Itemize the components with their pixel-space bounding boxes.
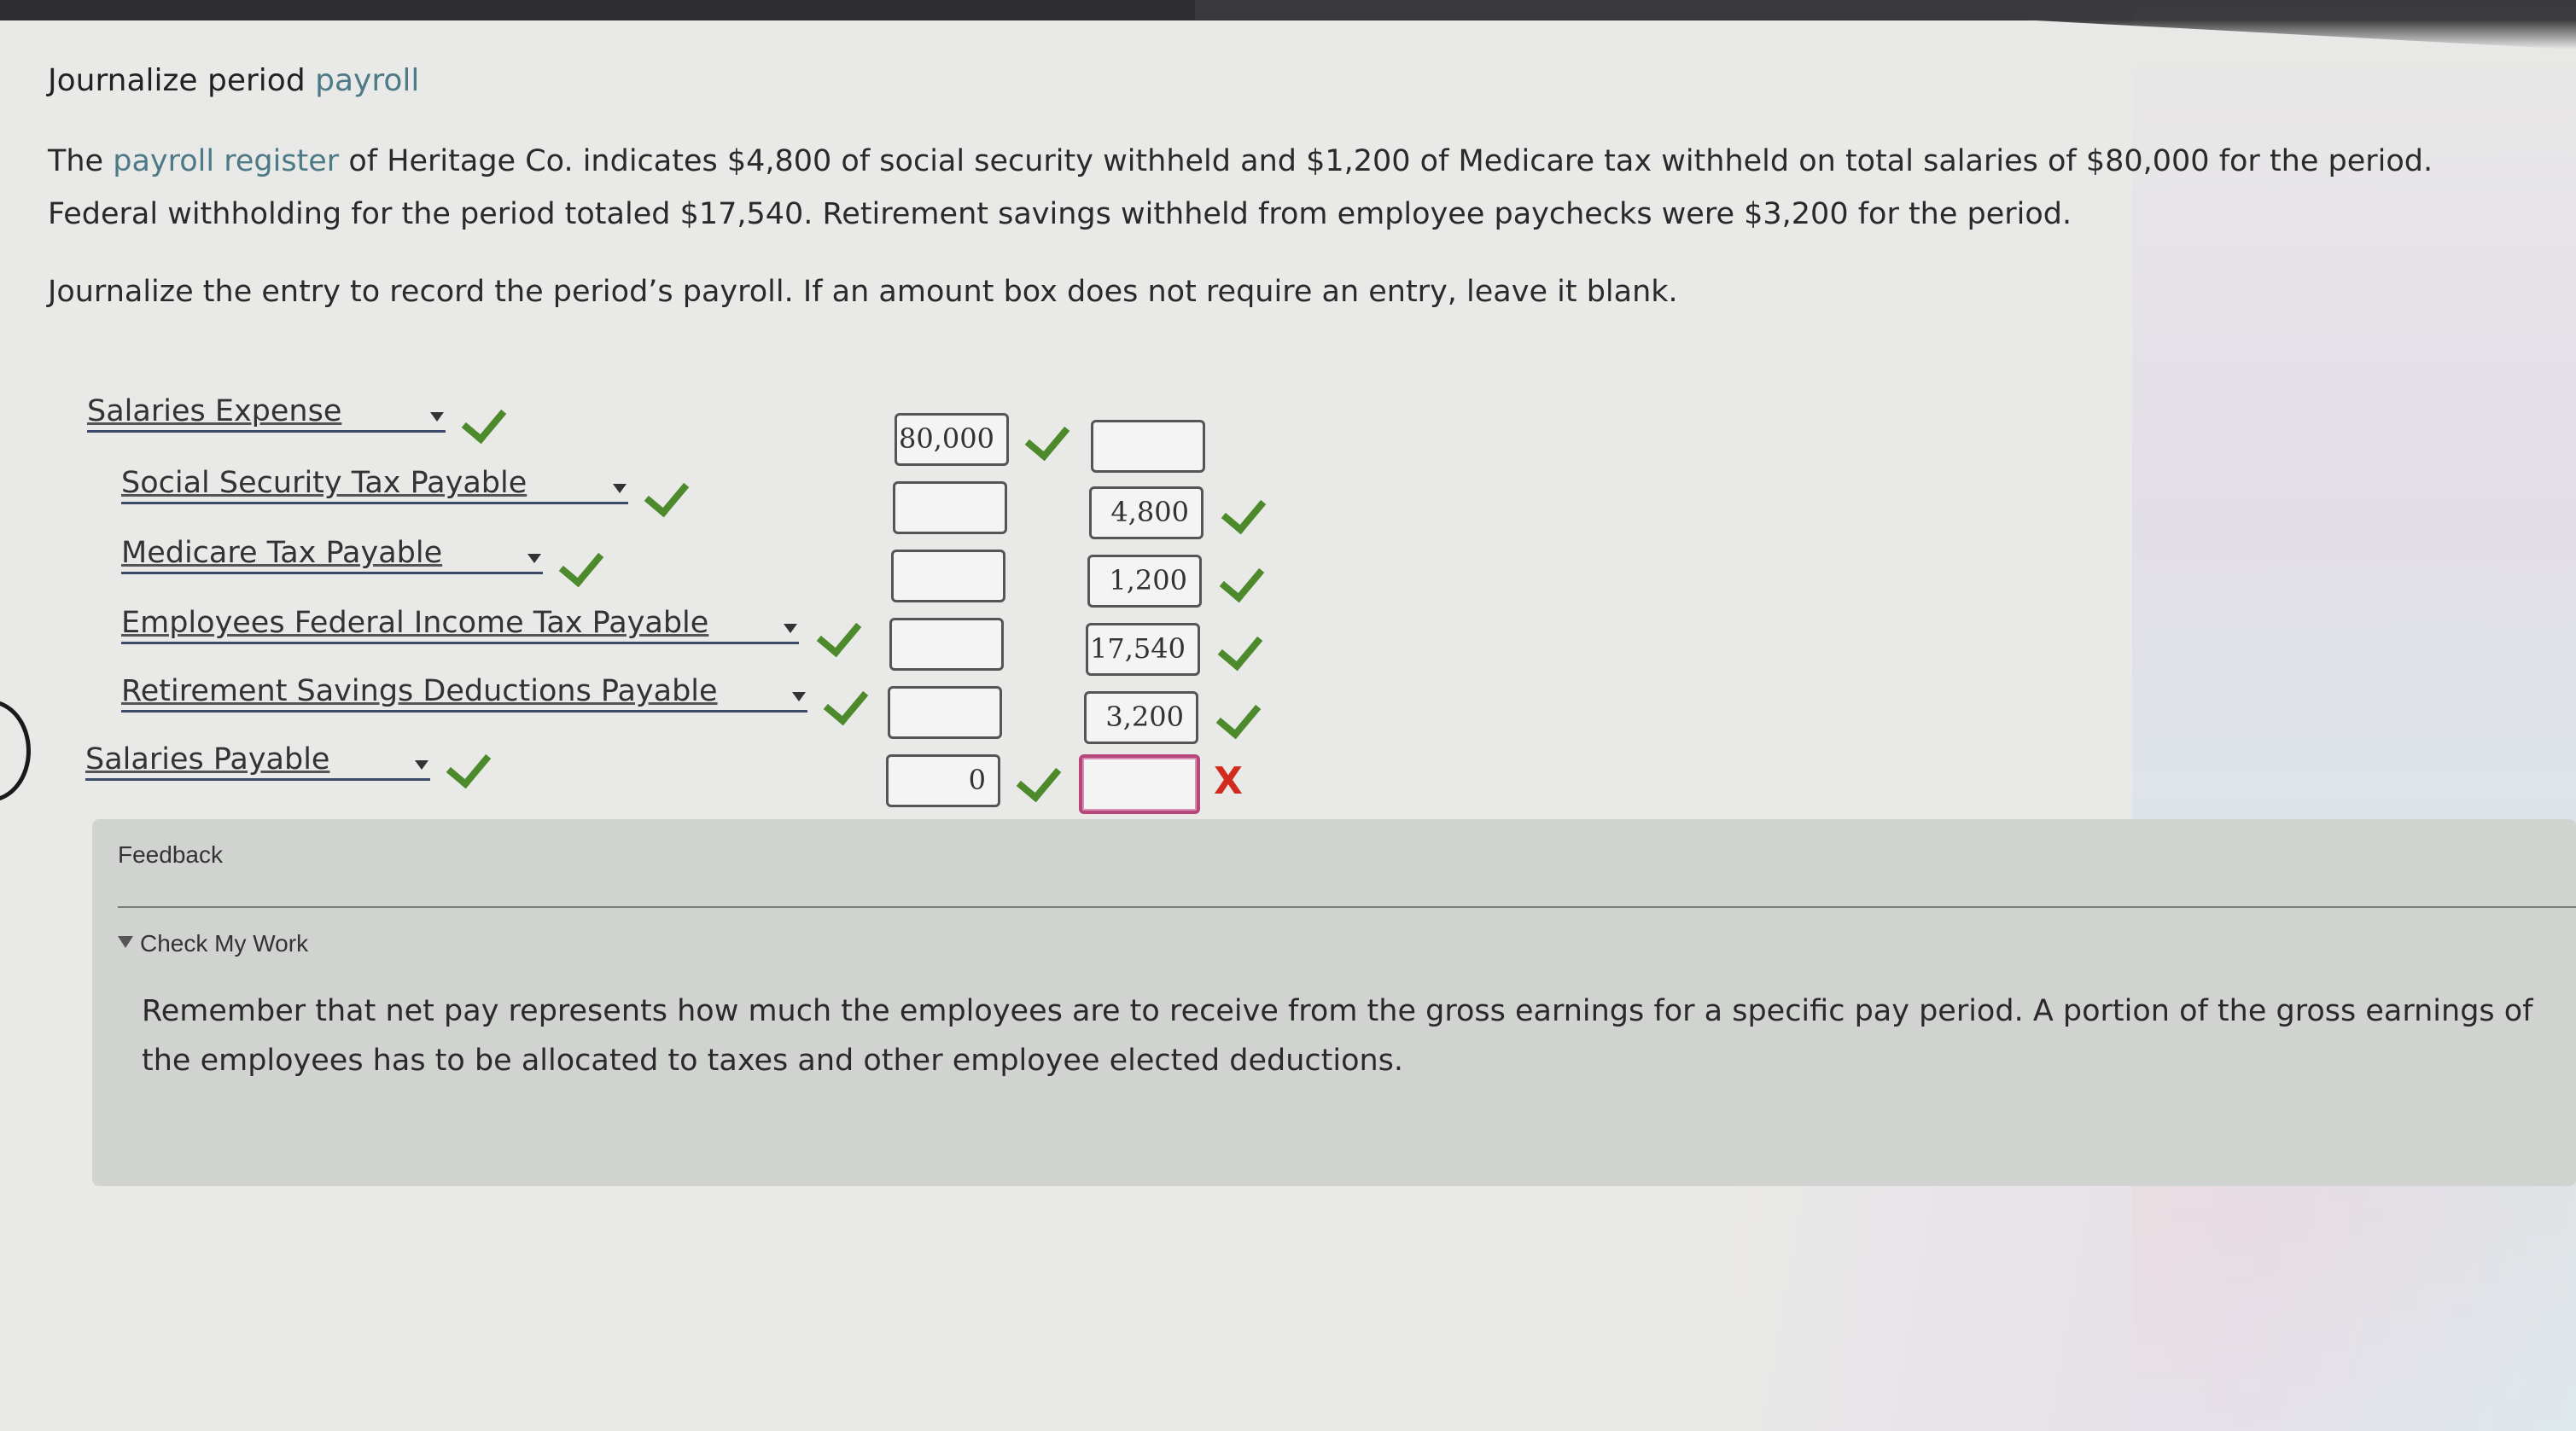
debit-input-employees-federal-income-tax-payable[interactable] <box>889 618 1004 671</box>
payroll-register-term-link[interactable]: payroll register <box>113 144 339 178</box>
debit-input-medicare-tax-payable[interactable] <box>891 550 1005 602</box>
checkmark-icon <box>1024 414 1070 462</box>
debit-input-retirement-savings-deductions-payable[interactable] <box>888 686 1002 739</box>
feedback-message: Remember that net pay represents how muc… <box>142 994 2533 1078</box>
screen-glare-bottom <box>1722 1152 2576 1431</box>
credit-input-employees-federal-income-tax-payable[interactable]: 17,540 <box>1086 623 1200 676</box>
account-select-label: Medicare Tax Payable <box>121 536 443 570</box>
account-select-medicare-tax-payable[interactable]: Medicare Tax Payable <box>121 532 543 574</box>
disclosure-triangle-icon <box>118 936 133 948</box>
section-title: Journalize period payroll <box>48 63 420 98</box>
checkmark-icon <box>446 742 492 789</box>
checkmark-icon <box>1016 755 1062 803</box>
debit-input-salaries-payable[interactable]: 0 <box>886 754 1000 807</box>
account-select-retirement-savings-deductions-payable[interactable]: Retirement Savings Deductions Payable <box>121 671 807 713</box>
dropdown-caret-icon <box>527 554 541 563</box>
account-select-label: Salaries Expense <box>87 394 342 428</box>
dropdown-caret-icon <box>792 692 806 701</box>
problem-paragraph: The payroll register of Heritage Co. ind… <box>48 144 2433 231</box>
credit-input-salaries-expense[interactable] <box>1091 420 1205 473</box>
account-select-employees-federal-income-tax-payable[interactable]: Employees Federal Income Tax Payable <box>121 602 799 644</box>
credit-input-retirement-savings-deductions-payable[interactable]: 3,200 <box>1084 691 1198 744</box>
checkmark-icon <box>1219 556 1265 603</box>
checkmark-icon <box>1221 487 1267 535</box>
checkmark-icon <box>644 470 690 518</box>
account-select-salaries-payable[interactable]: Salaries Payable <box>85 739 430 781</box>
checkmark-icon <box>461 397 507 445</box>
feedback-panel: Feedback Check My Work Remember that net… <box>92 819 2576 1186</box>
dropdown-caret-icon <box>430 412 444 422</box>
feedback-title: Feedback <box>118 841 223 868</box>
edge-curve-mark <box>0 700 31 802</box>
account-select-label: Social Security Tax Payable <box>121 466 527 500</box>
checkmark-icon <box>1215 692 1262 740</box>
debit-input-salaries-expense[interactable]: 80,000 <box>895 413 1009 466</box>
account-select-social-security-tax-payable[interactable]: Social Security Tax Payable <box>121 462 628 504</box>
dropdown-caret-icon <box>613 484 627 493</box>
credit-input-salaries-payable[interactable] <box>1079 754 1200 814</box>
checkmark-icon <box>1217 624 1263 672</box>
credit-input-medicare-tax-payable[interactable]: 1,200 <box>1087 555 1202 608</box>
feedback-divider <box>118 906 2576 908</box>
checkmark-icon <box>558 540 604 588</box>
credit-input-social-security-tax-payable[interactable]: 4,800 <box>1089 486 1203 539</box>
check-my-work-label: Check My Work <box>140 930 309 957</box>
account-select-label: Employees Federal Income Tax Payable <box>121 606 709 640</box>
account-select-salaries-expense[interactable]: Salaries Expense <box>87 391 446 433</box>
account-select-label: Salaries Payable <box>85 742 330 777</box>
x-mark-icon: X <box>1214 759 1243 803</box>
instruction-text: Journalize the entry to record the perio… <box>48 275 1678 309</box>
check-my-work-toggle[interactable]: Check My Work <box>118 930 308 957</box>
dropdown-caret-icon <box>784 624 797 633</box>
account-select-label: Retirement Savings Deductions Payable <box>121 674 718 708</box>
payroll-term-link[interactable]: payroll <box>315 63 419 98</box>
dropdown-caret-icon <box>415 760 428 770</box>
debit-input-social-security-tax-payable[interactable] <box>893 481 1007 534</box>
checkmark-icon <box>823 678 869 726</box>
checkmark-icon <box>816 610 862 658</box>
